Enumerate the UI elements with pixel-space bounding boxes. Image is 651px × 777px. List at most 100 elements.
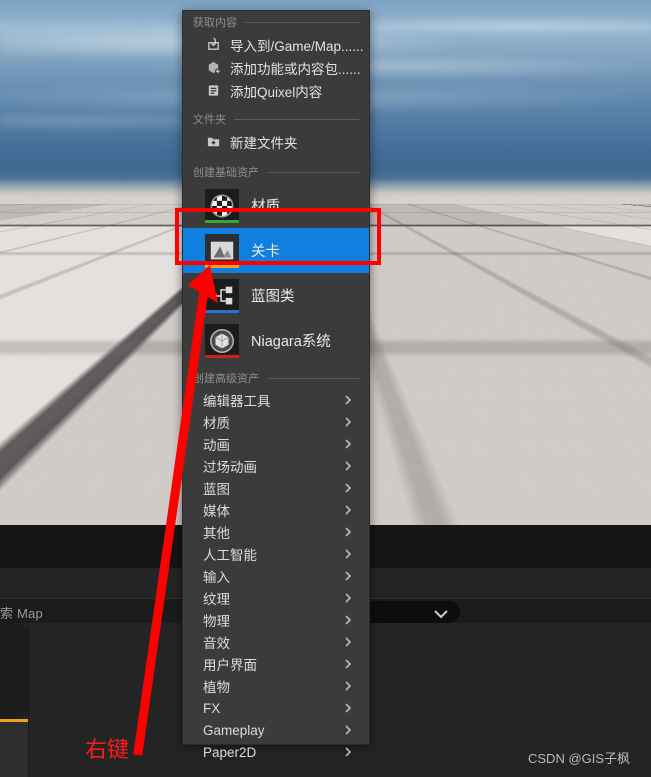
chevron-right-icon [343,527,353,537]
import-icon [203,37,223,53]
chevron-right-icon [343,637,353,647]
chevron-right-icon [343,615,353,625]
menu-item-label: 导入到/Game/Map...... [230,35,364,55]
menu-section-header-basic-assets: 创建基础资产 [183,161,369,183]
asset-item-label: 关卡 [251,240,280,261]
menu-item-label: 植物 [203,676,230,696]
menu-item-label: 材质 [203,412,230,432]
chevron-right-icon [343,461,353,471]
add-feature-icon [203,60,223,76]
material-sphere-icon [205,189,239,223]
chevron-right-icon [343,747,353,757]
content-tree-item[interactable] [0,623,28,719]
niagara-system-icon [205,324,239,358]
menu-item-advanced[interactable]: FX [183,697,369,719]
menu-item-label: 蓝图 [203,478,230,498]
section-label: 创建基础资产 [193,164,259,180]
menu-section-header-folder: 文件夹 [183,108,369,130]
asset-type-bar [205,265,239,268]
asset-type-bar [205,220,239,223]
menu-item-advanced[interactable]: 媒体 [183,499,369,521]
level-icon [205,234,239,268]
screenshot-root: 索 Map 获取内容 导入到/Game/Map...... 添加功能或内容包..… [0,0,651,777]
menu-item-advanced[interactable]: Gameplay [183,719,369,741]
menu-item-label: 用户界面 [203,654,257,674]
chevron-right-icon [343,681,353,691]
menu-item-label: FX [203,701,220,716]
chevron-right-icon [343,417,353,427]
chevron-right-icon [343,439,353,449]
menu-item-advanced[interactable]: 过场动画 [183,455,369,477]
menu-item-label: 添加功能或内容包...... [230,58,361,78]
search-input[interactable]: 索 Map [0,603,43,622]
chevron-right-icon [343,593,353,603]
menu-item-label: 输入 [203,566,230,586]
section-rule [267,172,359,173]
menu-item-label: 物理 [203,610,230,630]
menu-item-add-feature[interactable]: 添加功能或内容包...... [183,56,369,79]
chevron-right-icon [343,549,353,559]
menu-item-label: 编辑器工具 [203,390,271,410]
blueprint-class-icon [205,279,239,313]
quixel-icon [203,83,223,99]
chevron-right-icon [343,571,353,581]
menu-item-label: 人工智能 [203,544,257,564]
menu-item-label: 过场动画 [203,456,257,476]
menu-item-advanced[interactable]: 输入 [183,565,369,587]
section-rule [234,119,359,120]
watermark: CSDN @GIS子枫 [528,748,630,767]
context-menu[interactable]: 获取内容 导入到/Game/Map...... 添加功能或内容包...... 添… [182,10,370,745]
menu-item-label: Gameplay [203,723,265,738]
panel-splitter[interactable] [28,623,29,777]
chevron-right-icon [343,505,353,515]
section-label: 文件夹 [193,111,226,127]
asset-item-label: 蓝图类 [251,285,295,306]
menu-item-add-quixel[interactable]: 添加Quixel内容 [183,79,369,102]
menu-item-advanced[interactable]: 编辑器工具 [183,389,369,411]
menu-item-label: 动画 [203,434,230,454]
asset-item-level[interactable]: 关卡 [183,228,369,273]
menu-item-label: Paper2D [203,745,256,760]
menu-item-label: 纹理 [203,588,230,608]
content-tree-item-secondary[interactable] [0,722,28,777]
asset-item-blueprint-class[interactable]: 蓝图类 [183,273,369,318]
menu-item-advanced[interactable]: 人工智能 [183,543,369,565]
menu-item-advanced[interactable]: 蓝图 [183,477,369,499]
right-click-annotation-label: 右键 [85,732,129,764]
menu-section-header-get-content: 获取内容 [183,11,369,33]
chevron-right-icon [343,483,353,493]
menu-item-advanced[interactable]: 用户界面 [183,653,369,675]
asset-type-bar [205,355,239,358]
new-folder-icon [203,134,223,150]
menu-item-advanced[interactable]: 纹理 [183,587,369,609]
section-label: 获取内容 [193,14,237,30]
menu-item-advanced[interactable]: 动画 [183,433,369,455]
menu-item-label: 音效 [203,632,230,652]
chevron-right-icon [343,703,353,713]
menu-item-new-folder[interactable]: 新建文件夹 [183,130,369,153]
section-label: 创建高级资产 [193,370,259,386]
menu-item-advanced[interactable]: 物理 [183,609,369,631]
asset-item-material[interactable]: 材质 [183,183,369,228]
asset-item-niagara-system[interactable]: Niagara系统 [183,318,369,363]
chevron-right-icon [343,659,353,669]
asset-item-label: 材质 [251,195,280,216]
chevron-right-icon [343,725,353,735]
section-rule [245,22,359,23]
asset-type-bar [205,310,239,313]
menu-item-label: 新建文件夹 [230,132,298,152]
menu-item-label: 其他 [203,522,230,542]
menu-item-import[interactable]: 导入到/Game/Map...... [183,33,369,56]
chevron-down-icon[interactable] [434,606,448,616]
menu-item-advanced[interactable]: 其他 [183,521,369,543]
menu-item-advanced[interactable]: 音效 [183,631,369,653]
menu-item-label: 添加Quixel内容 [230,81,322,101]
section-rule [267,378,359,379]
chevron-right-icon [343,395,353,405]
menu-section-header-advanced-assets: 创建高级资产 [183,367,369,389]
asset-item-label: Niagara系统 [251,330,331,351]
menu-item-advanced[interactable]: 植物 [183,675,369,697]
menu-item-label: 媒体 [203,500,230,520]
menu-item-advanced[interactable]: 材质 [183,411,369,433]
menu-item-advanced[interactable]: Paper2D [183,741,369,763]
